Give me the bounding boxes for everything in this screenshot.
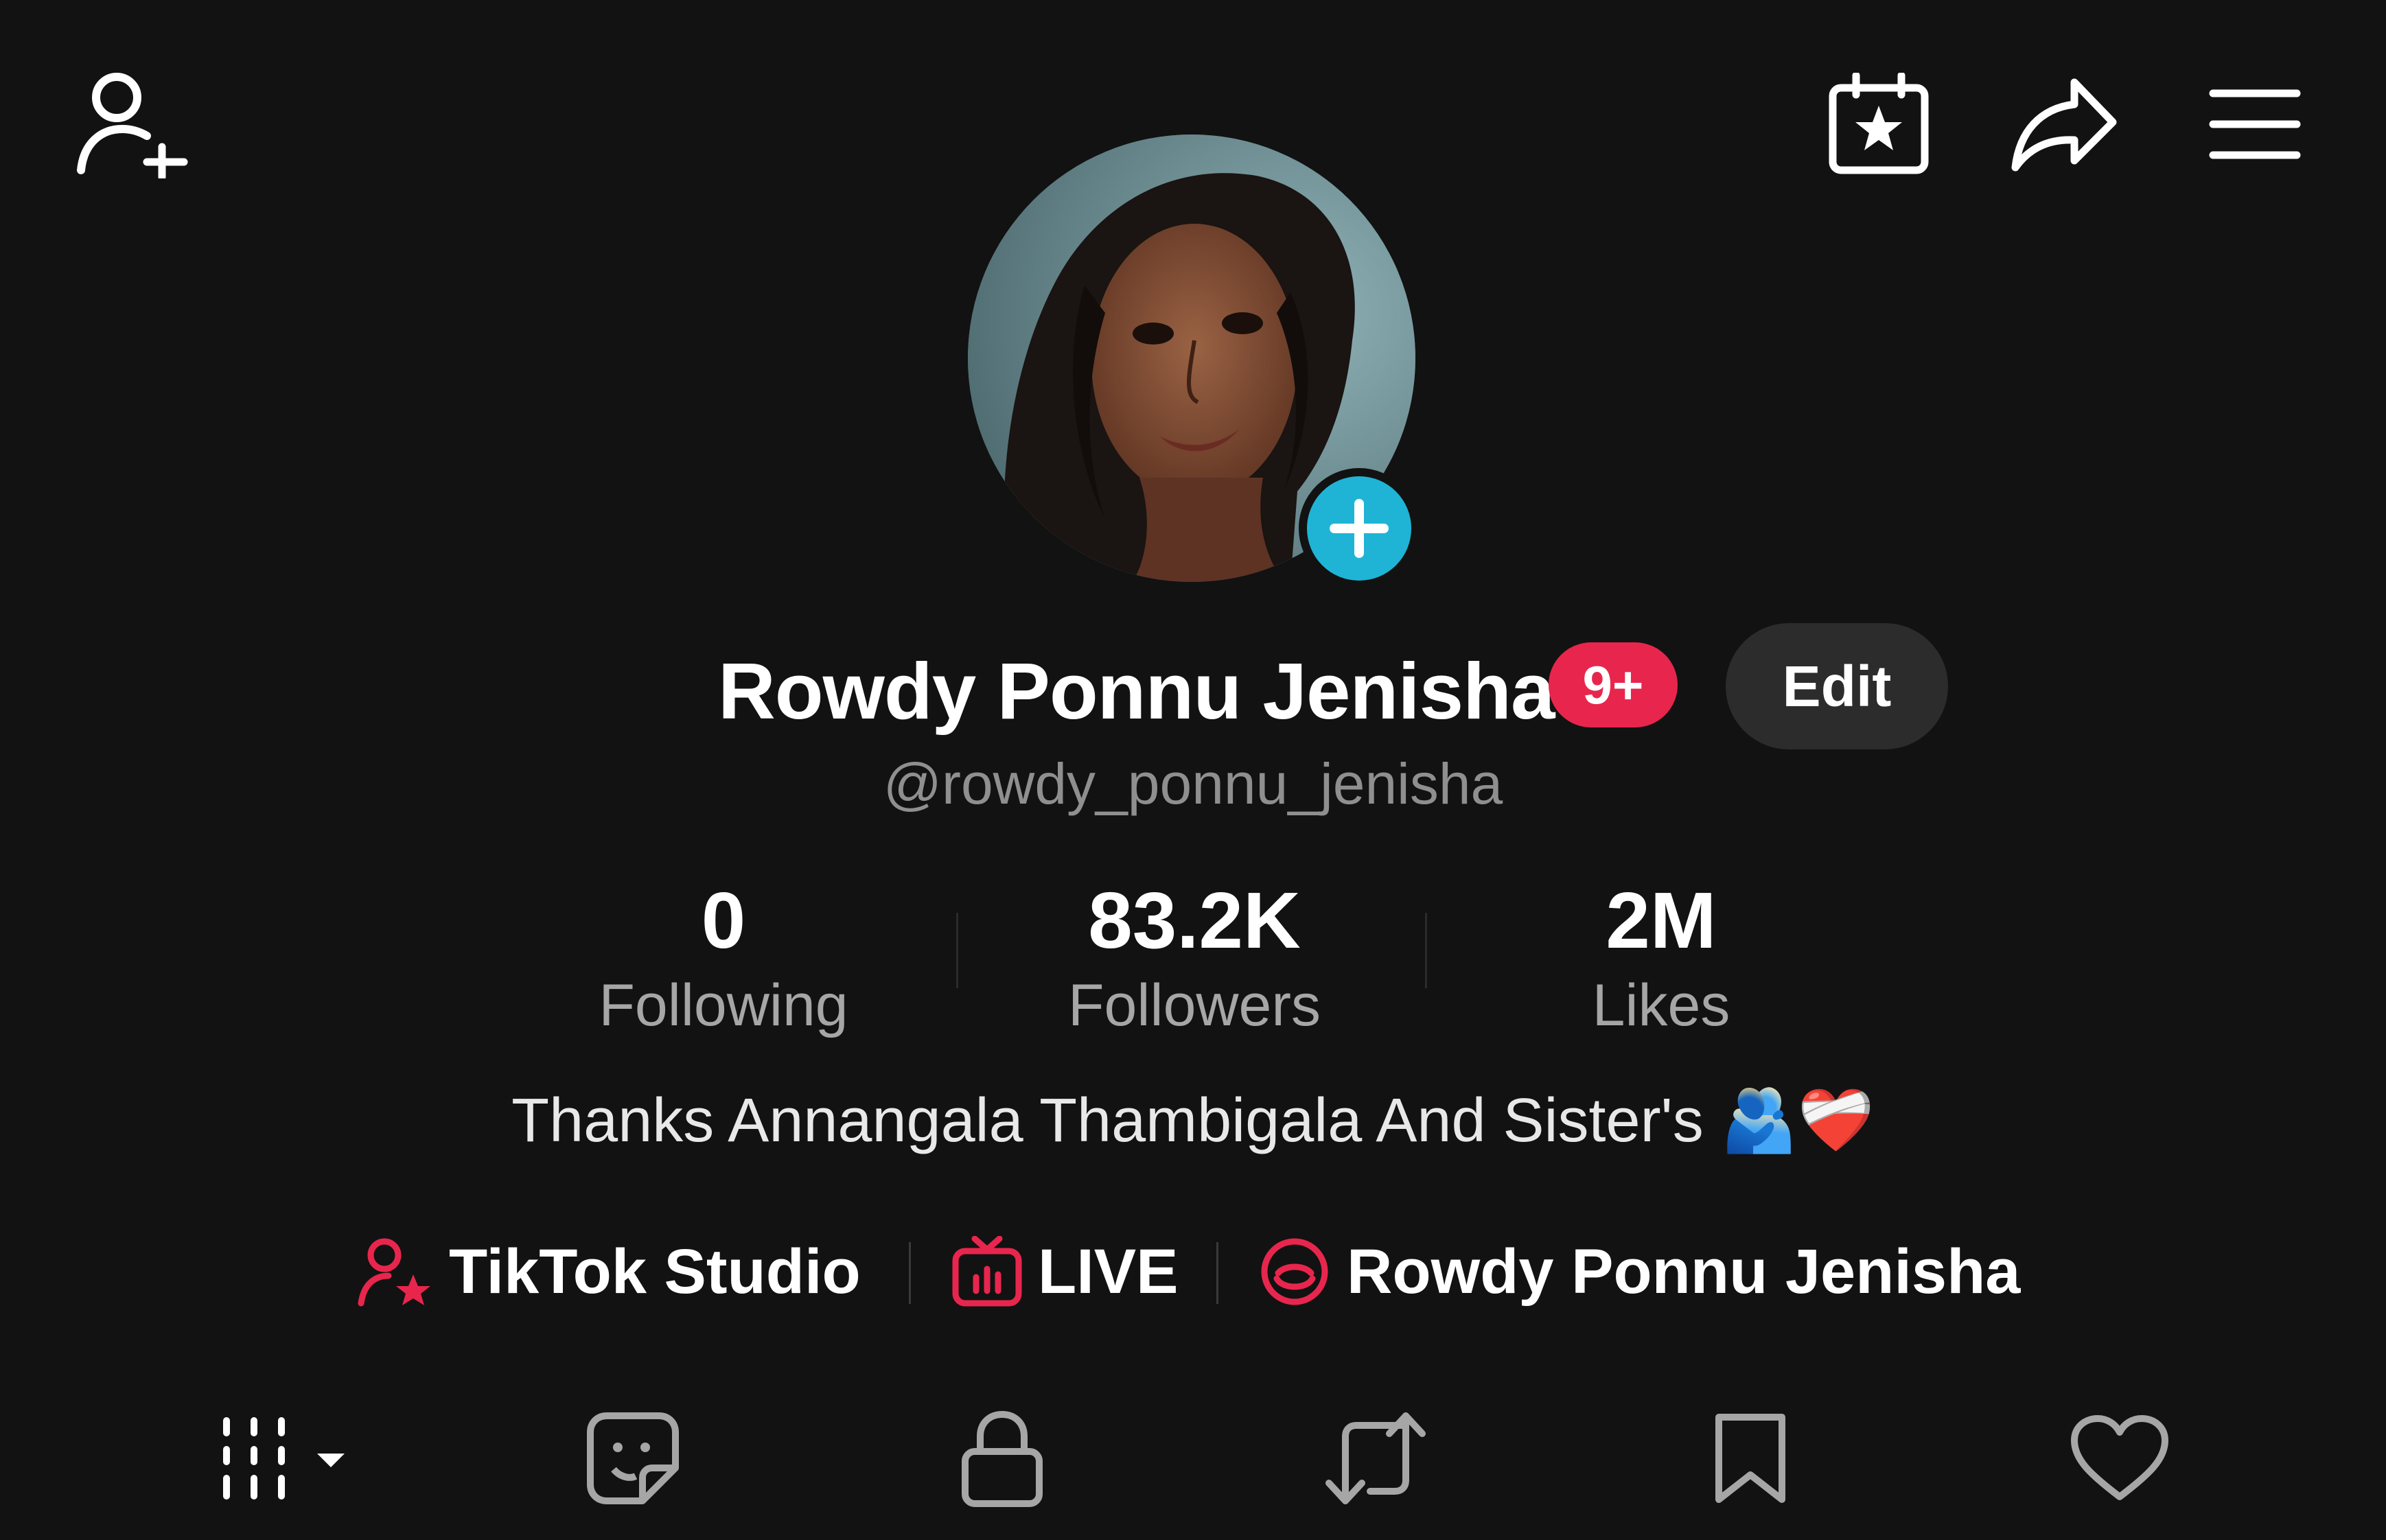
tab-liked[interactable] <box>2058 1400 2181 1517</box>
tiktok-studio-label: TikTok Studio <box>449 1236 861 1307</box>
add-avatar-button[interactable] <box>1299 468 1420 589</box>
tab-reposts[interactable] <box>1314 1400 1437 1517</box>
bio-text[interactable]: Thanks Annangala Thambigala And Sister's… <box>275 1084 2111 1156</box>
likes-label: Likes <box>1592 972 1730 1038</box>
share-arrow-icon <box>2011 78 2117 172</box>
repost-icon <box>1325 1412 1426 1504</box>
followers-label: Followers <box>1068 972 1321 1038</box>
followers-stat[interactable]: 83.2K Followers <box>1002 876 1387 1043</box>
edit-profile-button[interactable]: Edit <box>1726 623 1948 749</box>
link-divider <box>909 1242 911 1304</box>
lock-icon <box>962 1411 1043 1507</box>
stat-divider <box>956 913 958 988</box>
live-link[interactable]: LIVE <box>951 1227 1178 1316</box>
group-chat-label: Rowdy Ponnu Jenisha <box>1347 1236 2021 1307</box>
likes-stat[interactable]: 2M Likes <box>1469 876 1853 1043</box>
calendar-star-icon <box>1829 73 1929 174</box>
display-name: Rowdy Ponnu Jenisha <box>718 646 1555 736</box>
group-chat-icon <box>1261 1238 1328 1305</box>
calendar-button[interactable] <box>1827 73 1930 176</box>
tab-bookmarks[interactable] <box>1689 1400 1812 1517</box>
following-count: 0 <box>701 876 746 965</box>
tab-private[interactable] <box>940 1400 1064 1517</box>
following-stat[interactable]: 0 Following <box>531 876 916 1043</box>
stat-divider <box>1425 913 1427 988</box>
link-divider <box>1216 1242 1218 1304</box>
following-label: Following <box>599 972 848 1038</box>
followers-count: 83.2K <box>1088 876 1301 965</box>
likes-count: 2M <box>1606 876 1717 965</box>
username-handle: @rowdy_ponnu_jenisha <box>883 751 1503 816</box>
tab-videos[interactable] <box>210 1400 361 1517</box>
group-chat-link[interactable]: Rowdy Ponnu Jenisha <box>1258 1227 2020 1316</box>
tab-stickers[interactable] <box>571 1400 695 1517</box>
live-label: LIVE <box>1038 1236 1179 1307</box>
live-tv-icon <box>952 1236 1022 1307</box>
plus-icon <box>1330 499 1389 558</box>
creator-star-icon <box>358 1238 430 1307</box>
videos-grid-icon <box>223 1417 345 1500</box>
person-add-icon <box>77 73 188 178</box>
bookmark-icon <box>1715 1414 1785 1503</box>
menu-button[interactable] <box>2209 86 2301 162</box>
tiktok-studio-link[interactable]: TikTok Studio <box>357 1227 861 1316</box>
sticker-icon <box>587 1412 679 1504</box>
share-button[interactable] <box>2010 77 2120 173</box>
notification-badge[interactable]: 9+ <box>1549 642 1678 727</box>
heart-icon <box>2071 1415 2168 1500</box>
add-friend-button[interactable] <box>74 69 198 178</box>
hamburger-menu-icon <box>2209 89 2301 159</box>
